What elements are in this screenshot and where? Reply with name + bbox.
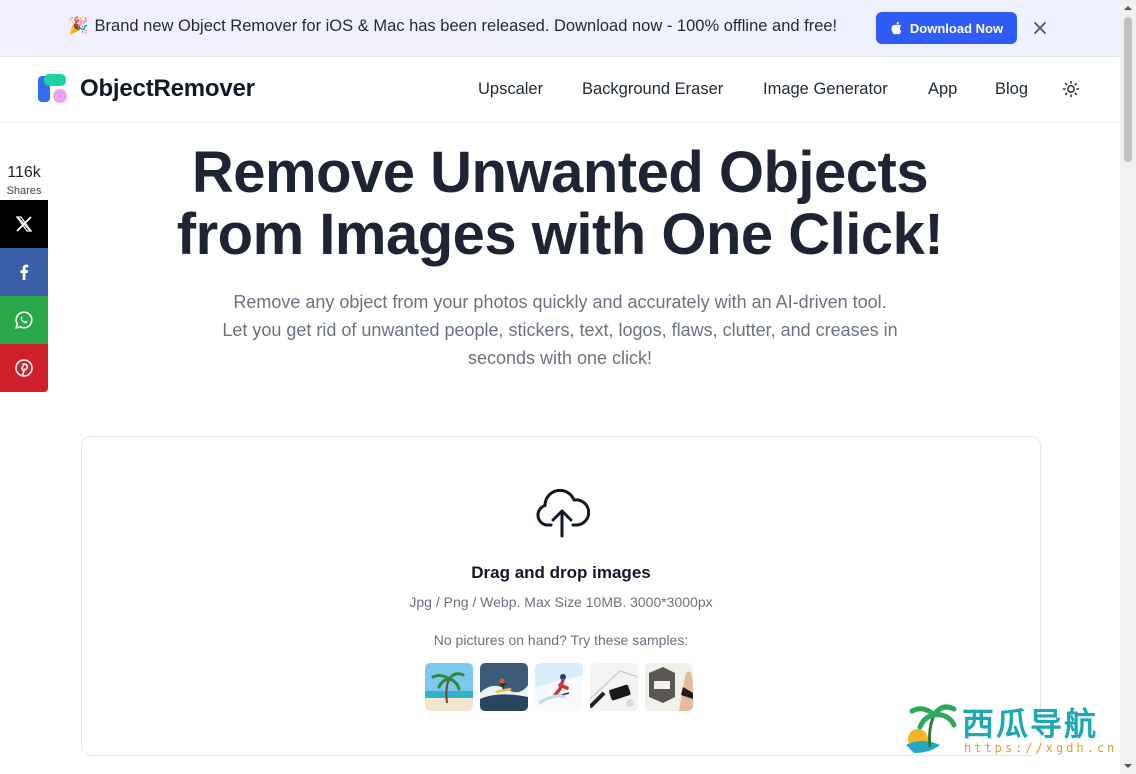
watermark-url: https://xgdh.cn (964, 741, 1118, 755)
nav-image-generator[interactable]: Image Generator (763, 80, 888, 99)
share-label: Shares (6, 185, 42, 197)
samples-label: No pictures on hand? Try these samples: (433, 632, 689, 648)
hero-title-line1: Remove Unwanted Objects (191, 140, 929, 205)
apple-icon (891, 21, 902, 35)
close-icon[interactable] (1031, 19, 1049, 37)
logo-text[interactable]: ObjectRemover (80, 75, 255, 103)
share-pinterest-button[interactable] (0, 344, 48, 392)
skier-image (535, 663, 583, 711)
nav-background-eraser[interactable]: Background Eraser (582, 80, 723, 99)
scroll-up-icon[interactable] (1124, 4, 1132, 12)
sample-image-skier[interactable] (535, 663, 583, 711)
party-icon: 🎉 (68, 17, 89, 35)
nav-blog[interactable]: Blog (995, 80, 1028, 99)
scroll-down-icon[interactable] (1124, 762, 1132, 770)
share-whatsapp-button[interactable] (0, 296, 48, 344)
nav-app[interactable]: App (928, 80, 957, 99)
sample-image-surfer[interactable] (480, 663, 528, 711)
watermark-palm-icon (906, 704, 957, 753)
announcement-message: 🎉 Brand new Object Remover for iOS & Mac … (68, 17, 837, 36)
cloud-upload-icon (536, 488, 590, 538)
watermark-title: 西瓜导航 (962, 705, 1099, 743)
share-facebook-button[interactable] (0, 248, 48, 296)
download-now-label: Download Now (909, 20, 1004, 36)
download-now-button[interactable]: Download Now (876, 12, 1017, 44)
site-watermark: 西瓜导航 https://xgdh.cn (900, 697, 1120, 761)
nav-upscaler[interactable]: Upscaler (478, 80, 543, 99)
hero-title: Remove Unwanted Objects from Images with… (60, 142, 1060, 266)
x-icon (15, 216, 33, 232)
whatsapp-icon (15, 311, 33, 329)
upload-dropzone[interactable]: Drag and drop images Jpg / Png / Webp. M… (81, 436, 1041, 756)
announcement-text: Brand new Object Remover for iOS & Mac h… (94, 17, 838, 35)
file-format-info: Jpg / Png / Webp. Max Size 10MB. 3000*30… (409, 594, 713, 610)
sun-icon[interactable] (1062, 80, 1080, 98)
beach-palm-image (425, 663, 473, 711)
site-header: ObjectRemover Upscaler Background Eraser… (0, 57, 1120, 122)
page-scrollbar[interactable] (1120, 0, 1136, 774)
share-count: 116k (7, 164, 41, 181)
surfer-image (480, 663, 528, 711)
drag-drop-title: Drag and drop images (471, 563, 651, 582)
desk-phone-image (590, 663, 638, 711)
scrollbar-thumb[interactable] (1124, 17, 1132, 162)
sample-image-desk[interactable] (590, 663, 638, 711)
announcement-bar: 🎉 Brand new Object Remover for iOS & Mac … (0, 0, 1120, 57)
sample-image-beach[interactable] (425, 663, 473, 711)
share-x-button[interactable] (0, 200, 48, 248)
hero-subtitle: Remove any object from your photos quick… (222, 292, 898, 368)
hero-title-line2: from Images with One Click! (176, 202, 944, 267)
product-box-image (645, 663, 693, 711)
sample-thumbnails (425, 663, 693, 711)
sample-image-product[interactable] (645, 663, 693, 711)
logo-icon[interactable] (38, 74, 68, 104)
facebook-icon (20, 264, 29, 280)
pinterest-icon (15, 359, 33, 377)
